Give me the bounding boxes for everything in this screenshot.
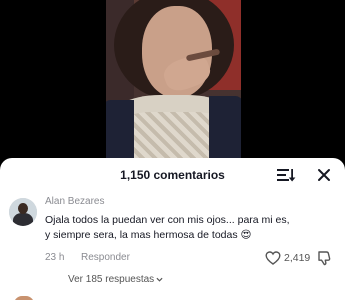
video-jacket-right: [209, 96, 241, 165]
comments-header: 1,150 comentarios: [0, 158, 345, 192]
screen: 1,150 comentarios Alan Bezares Ojala tod…: [0, 0, 345, 300]
next-comment-avatar[interactable]: [14, 296, 34, 300]
view-replies-button[interactable]: Ver 185 respuestas: [68, 274, 163, 285]
chevron-down-icon: [156, 277, 163, 282]
comment-author[interactable]: Alan Bezares: [45, 196, 104, 207]
comment-text-line-2: y siempre sera, la mas hermosa de todas …: [45, 229, 252, 241]
video-player[interactable]: [106, 0, 241, 165]
filter-button[interactable]: [276, 167, 296, 183]
view-replies-label: Ver 185 respuestas: [68, 274, 155, 285]
like-count: 2,419: [284, 252, 311, 264]
avatar[interactable]: [9, 198, 37, 226]
comments-sheet: 1,150 comentarios Alan Bezares Ojala tod…: [0, 158, 345, 300]
dislike-button[interactable]: [317, 250, 331, 266]
comment-meta: 23 h Responder 2,419: [45, 250, 335, 266]
avatar-body: [13, 213, 33, 226]
filter-sort-icon: [277, 169, 296, 182]
close-button[interactable]: [315, 166, 333, 184]
heart-outline-icon: [265, 251, 281, 265]
video-jacket-left: [106, 100, 134, 165]
comment-text: Ojala todos la puedan ver con mis ojos..…: [45, 213, 325, 243]
reply-button[interactable]: Responder: [81, 252, 130, 263]
comment-text-line-1: Ojala todos la puedan ver con mis ojos..…: [45, 214, 290, 226]
avatar-head: [18, 203, 28, 214]
comment-timestamp: 23 h: [45, 252, 65, 263]
thumbs-down-icon: [318, 251, 331, 266]
close-icon: [318, 169, 330, 181]
